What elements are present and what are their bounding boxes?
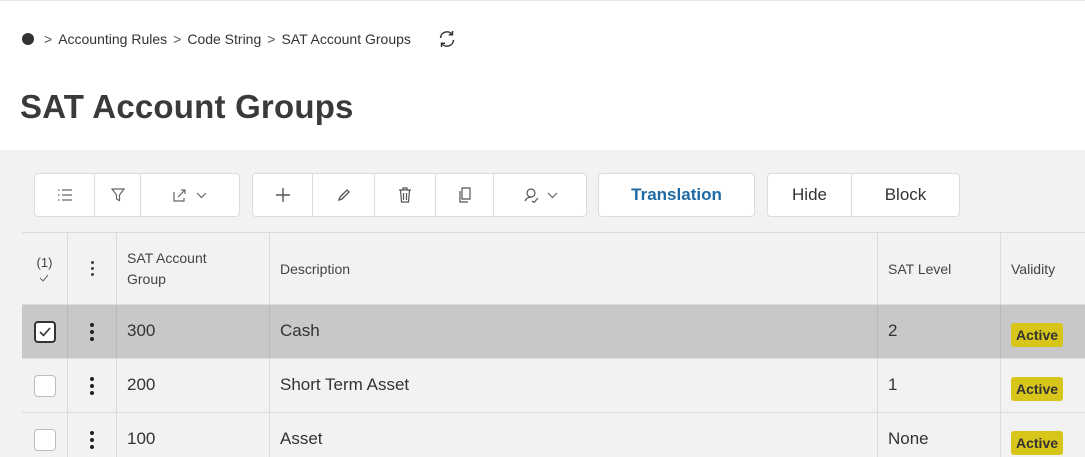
actions-button[interactable] [494, 174, 586, 216]
status-button-group: Hide Block [767, 173, 960, 217]
cell-description: Short Term Asset [270, 359, 878, 412]
row-select-cell[interactable] [22, 413, 68, 457]
table-header: (1) SAT Account Group Description SAT Le… [22, 233, 1085, 305]
breadcrumb-separator: > [173, 31, 182, 47]
status-badge: Active [1011, 376, 1064, 401]
kebab-menu-icon[interactable] [90, 321, 94, 342]
page-title: SAT Account Groups [20, 88, 354, 125]
row-menu-cell[interactable] [68, 359, 117, 412]
table-row[interactable]: 300 Cash 2 Active [22, 305, 1085, 359]
cell-value: Short Term Asset [280, 375, 410, 394]
filter-button[interactable] [95, 174, 141, 216]
cell-sat-level: None [878, 413, 1001, 457]
kebab-menu-icon[interactable] [90, 375, 94, 396]
kebab-menu-icon[interactable] [90, 429, 94, 450]
plus-icon [275, 188, 290, 202]
column-list-button[interactable] [35, 174, 95, 216]
table-row[interactable]: 100 Asset None Active [22, 413, 1085, 457]
check-icon [40, 274, 49, 282]
cell-value: Cash [280, 321, 320, 340]
cell-value: None [888, 429, 929, 448]
edit-button[interactable] [313, 174, 375, 216]
cell-value: 1 [888, 375, 898, 394]
row-checkbox[interactable] [33, 320, 56, 343]
chevron-down-icon [547, 192, 557, 198]
column-header-sat-level[interactable]: SAT Level [878, 233, 1001, 304]
column-options-header[interactable] [68, 233, 117, 304]
cell-description: Cash [270, 305, 878, 358]
status-badge: Active [1011, 322, 1064, 347]
cell-value: 300 [127, 321, 156, 340]
column-header-description[interactable]: Description [270, 233, 878, 304]
select-all-header[interactable]: (1) [22, 233, 68, 304]
row-menu-cell[interactable] [68, 305, 117, 358]
duplicate-button[interactable] [436, 174, 494, 216]
cell-sat-account-group: 200 [117, 359, 270, 412]
breadcrumb-item-sat-account-groups[interactable]: SAT Account Groups [281, 31, 410, 47]
add-button[interactable] [253, 174, 313, 216]
cell-value: Asset [280, 429, 323, 448]
top-bar: > Accounting Rules > Code String > SAT A… [0, 0, 1085, 72]
edit-button-group [252, 173, 587, 217]
delete-button[interactable] [375, 174, 436, 216]
cell-validity: Active [1001, 359, 1085, 412]
view-button-group [34, 173, 240, 217]
cell-value: 200 [127, 375, 156, 394]
breadcrumb-item-accounting-rules[interactable]: Accounting Rules [58, 31, 167, 47]
export-icon [173, 189, 186, 202]
check-icon [38, 326, 51, 337]
list-icon [57, 189, 72, 201]
cell-value: 2 [888, 321, 898, 340]
row-menu-cell[interactable] [68, 413, 117, 457]
row-select-cell[interactable] [22, 359, 68, 412]
row-select-cell[interactable] [22, 305, 68, 358]
status-badge: Active [1011, 430, 1064, 455]
column-header-sat-account-group[interactable]: SAT Account Group [117, 233, 270, 304]
cell-value: 100 [127, 429, 156, 448]
column-header-validity[interactable]: Validity [1001, 233, 1085, 304]
filter-icon [110, 188, 125, 202]
cell-description: Asset [270, 413, 878, 457]
breadcrumb-separator: > [267, 31, 276, 47]
column-header-label: Group [127, 270, 166, 287]
account-groups-table: (1) SAT Account Group Description SAT Le… [22, 232, 1085, 457]
selected-count: (1) [36, 254, 53, 270]
cell-sat-level: 1 [878, 359, 1001, 412]
home-dot-icon[interactable] [22, 33, 34, 45]
table-row[interactable]: 200 Short Term Asset 1 Active [22, 359, 1085, 413]
breadcrumb-separator: > [44, 31, 53, 47]
export-button[interactable] [141, 174, 239, 216]
cell-validity: Active [1001, 413, 1085, 457]
row-checkbox[interactable] [33, 428, 56, 451]
cell-validity: Active [1001, 305, 1085, 358]
chevron-down-icon [196, 192, 207, 198]
block-button[interactable]: Block [852, 174, 959, 216]
pencil-icon [337, 189, 350, 202]
translation-button[interactable]: Translation [598, 173, 755, 217]
cell-sat-account-group: 100 [117, 413, 270, 457]
copy-icon [458, 187, 471, 203]
cell-sat-account-group: 300 [117, 305, 270, 358]
cell-sat-level: 2 [878, 305, 1001, 358]
row-checkbox[interactable] [33, 374, 56, 397]
hide-button[interactable]: Hide [768, 174, 852, 216]
actions-icon [523, 188, 538, 203]
refresh-icon[interactable] [437, 29, 457, 49]
breadcrumb-item-code-string[interactable]: Code String [187, 31, 261, 47]
kebab-menu-icon[interactable] [90, 260, 94, 278]
breadcrumb: > Accounting Rules > Code String > SAT A… [22, 29, 457, 49]
column-header-label: SAT Account [127, 249, 207, 266]
trash-icon [399, 187, 411, 203]
